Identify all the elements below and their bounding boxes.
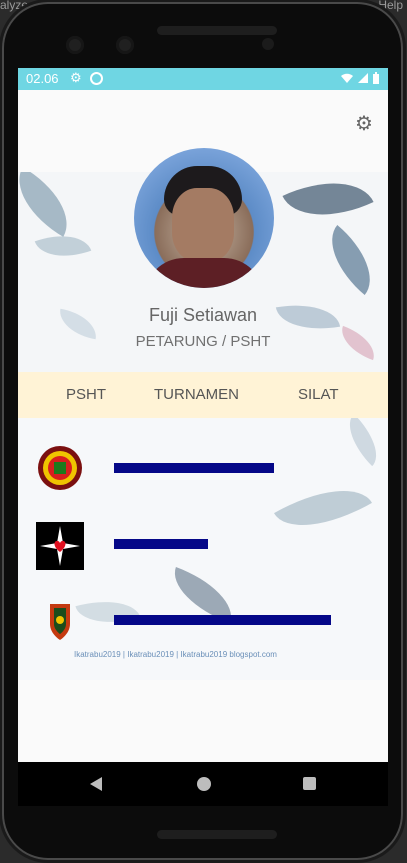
- status-gear-icon: ⚙: [70, 70, 82, 85]
- front-camera-icon: [262, 38, 274, 50]
- profile-name: Fuji Setiawan: [148, 305, 258, 325]
- recent-apps-icon[interactable]: [303, 777, 316, 790]
- back-icon[interactable]: [90, 777, 102, 791]
- leaf-decoration: [75, 590, 141, 634]
- leaf-decoration: [274, 468, 372, 548]
- psht-emblem-logo[interactable]: [36, 444, 84, 492]
- watermark-text: Ikatrabu2019 | Ikatrabu2019 | Ikatrabu20…: [74, 650, 277, 659]
- status-sync-icon: [90, 72, 103, 85]
- leaf-decoration: [314, 224, 388, 296]
- status-system-icons: [340, 72, 380, 85]
- tab-silat[interactable]: SILAT: [298, 386, 339, 403]
- heart-star-logo[interactable]: [36, 522, 84, 570]
- status-time: 02.06: [26, 71, 59, 86]
- shield-emblem-logo[interactable]: [36, 598, 84, 646]
- profile-avatar: [134, 148, 274, 288]
- row-bar-1: [114, 463, 274, 473]
- leaf-decoration: [282, 172, 374, 236]
- battery-icon: [373, 72, 379, 84]
- profile-role: PETARUNG / PSHT: [135, 333, 271, 350]
- content-panel: Ikatrabu2019 | Ikatrabu2019 | Ikatrabu20…: [18, 418, 388, 680]
- signal-icon: [358, 73, 368, 83]
- app-screen: 02.06 ⚙ ⚙ Fuji Setiawan PETARUNG / PSHT …: [18, 68, 388, 806]
- speaker-grille: [157, 26, 277, 35]
- settings-gear-icon[interactable]: ⚙: [353, 113, 375, 135]
- status-bar: 02.06 ⚙: [18, 68, 388, 90]
- leaf-decoration: [336, 418, 388, 467]
- row-bar-2: [114, 539, 208, 549]
- tab-bar: PSHT TURNAMEN SILAT: [18, 372, 388, 418]
- leaf-decoration: [18, 172, 84, 237]
- wifi-icon: [341, 73, 353, 83]
- camera-icon: [66, 36, 84, 54]
- tab-turnamen[interactable]: TURNAMEN: [154, 386, 239, 403]
- speaker-grille-bottom: [157, 830, 277, 839]
- tab-psht[interactable]: PSHT: [66, 386, 106, 403]
- row-bar-3: [114, 615, 331, 625]
- sensor-icon: [116, 36, 134, 54]
- phone-frame: 02.06 ⚙ ⚙ Fuji Setiawan PETARUNG / PSHT …: [2, 2, 403, 860]
- system-nav-bar: [18, 762, 388, 806]
- home-icon[interactable]: [197, 777, 211, 791]
